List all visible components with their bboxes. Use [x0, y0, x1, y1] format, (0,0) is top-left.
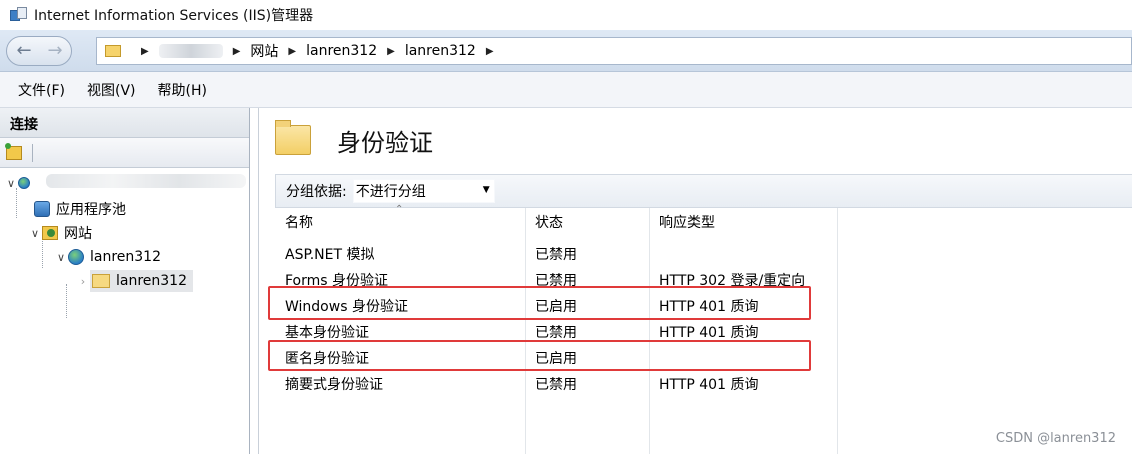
column-header-status[interactable]: 状态 — [535, 212, 563, 232]
app-pool-icon — [34, 201, 50, 217]
cell-status: 已禁用 — [535, 377, 577, 393]
tree-item-folder[interactable]: › lanren312 — [76, 270, 193, 292]
menu-file[interactable]: 文件(F) — [18, 80, 65, 100]
highlight-windows-auth — [268, 286, 811, 320]
tree-item-site[interactable]: ∨ lanren312 — [54, 246, 161, 268]
toolbar-divider — [32, 143, 33, 162]
breadcrumb-item-folder[interactable]: lanren312 — [405, 43, 476, 59]
tree-item-label: lanren312 — [116, 273, 187, 289]
tree-item-app-pools[interactable]: 应用程序池 — [34, 198, 126, 220]
highlight-anonymous-auth — [268, 340, 811, 371]
chevron-right-icon[interactable]: › — [76, 275, 90, 288]
iis-app-icon — [10, 7, 28, 23]
cell-name: 基本身份验证 — [285, 325, 369, 341]
group-by-value: 不进行分组 — [355, 184, 426, 200]
group-by-select[interactable]: 不进行分组 ▼ — [352, 179, 495, 203]
connect-icon[interactable] — [5, 142, 22, 160]
chevron-down-icon[interactable]: ∨ — [54, 251, 68, 264]
breadcrumb-item-sites[interactable]: 网站 — [250, 41, 278, 61]
tree-item-sites[interactable]: ∨ 网站 — [28, 222, 92, 244]
chevron-right-icon[interactable]: ▶ — [486, 46, 494, 57]
dropdown-arrow-icon[interactable]: ▼ — [483, 185, 490, 195]
address-bar: ← → ▶ ▶ 网站 ▶ lanren312 ▶ lanren312 ▶ — [0, 30, 1132, 72]
table-row[interactable]: ASP.NET 模拟 已禁用 — [275, 240, 1132, 266]
auth-table: ⌃ 名称 状态 响应类型 ASP.NET 模拟 已禁用 Forms 身份验证 已… — [275, 204, 1132, 454]
nav-buttons: ← → — [6, 36, 72, 66]
chevron-right-icon[interactable]: ▶ — [141, 46, 149, 57]
page-title: 身份验证 — [337, 128, 433, 157]
back-arrow-icon[interactable]: ← — [12, 40, 36, 62]
chevron-down-icon[interactable]: ∨ — [4, 177, 18, 190]
folder-icon — [105, 45, 121, 57]
folder-icon — [275, 120, 311, 155]
table-row[interactable]: 摘要式身份验证 已禁用 HTTP 401 质询 — [275, 370, 1132, 396]
forward-arrow-icon[interactable]: → — [43, 40, 67, 62]
connections-panel: 连接 ∨ 应用程序池 ∨ 网站 ∨ lanren312 › lanren312 — [0, 108, 250, 454]
breadcrumb[interactable]: ▶ ▶ 网站 ▶ lanren312 ▶ lanren312 ▶ — [96, 37, 1132, 65]
cell-name: 摘要式身份验证 — [285, 377, 383, 393]
redacted-server-name — [158, 44, 223, 58]
menu-view[interactable]: 视图(V) — [87, 80, 136, 100]
connections-header: 连接 — [0, 108, 249, 138]
tree-item-label: 应用程序池 — [56, 202, 126, 218]
tree-item-label: 网站 — [64, 226, 92, 242]
connections-tree: ∨ 应用程序池 ∨ 网站 ∨ lanren312 › lanren312 — [0, 168, 249, 454]
folder-icon — [92, 274, 110, 288]
title-bar: Internet Information Services (IIS)管理器 — [0, 0, 1132, 30]
cell-status: 已禁用 — [535, 247, 577, 263]
globe-icon — [68, 249, 84, 265]
cell-name: ASP.NET 模拟 — [285, 247, 375, 263]
column-header-response[interactable]: 响应类型 — [659, 212, 715, 232]
group-by-label: 分组依据: — [286, 184, 347, 200]
cell-status: 已禁用 — [535, 325, 577, 341]
chevron-right-icon[interactable]: ▶ — [387, 46, 395, 57]
redacted-server-name — [46, 174, 246, 188]
menu-help[interactable]: 帮助(H) — [158, 80, 207, 100]
column-header-name[interactable]: 名称 — [285, 212, 313, 232]
page-header: 身份验证 — [259, 108, 1132, 172]
server-icon — [18, 177, 30, 189]
cell-response: HTTP 401 质询 — [659, 377, 759, 393]
main-panel: 身份验证 分组依据: 不进行分组 ▼ ⌃ 名称 状态 响应类型 ASP.NET … — [258, 108, 1132, 454]
tree-item-server[interactable]: ∨ — [4, 172, 36, 194]
watermark: CSDN @lanren312 — [995, 431, 1116, 446]
chevron-down-icon[interactable]: ∨ — [28, 227, 42, 240]
chevron-right-icon[interactable]: ▶ — [288, 46, 296, 57]
tree-item-label: lanren312 — [90, 249, 161, 265]
chevron-right-icon[interactable]: ▶ — [233, 46, 241, 57]
menu-bar: 文件(F) 视图(V) 帮助(H) — [0, 72, 1132, 108]
group-by-bar: 分组依据: 不进行分组 ▼ — [275, 174, 1132, 208]
window-title: Internet Information Services (IIS)管理器 — [34, 8, 314, 24]
connections-toolbar — [0, 138, 249, 168]
cell-response: HTTP 401 质询 — [659, 325, 759, 341]
tree-item-selected[interactable]: lanren312 — [90, 270, 193, 292]
breadcrumb-item-site[interactable]: lanren312 — [306, 43, 377, 59]
sites-icon — [42, 226, 58, 240]
sort-ascending-icon: ⌃ — [395, 204, 404, 215]
